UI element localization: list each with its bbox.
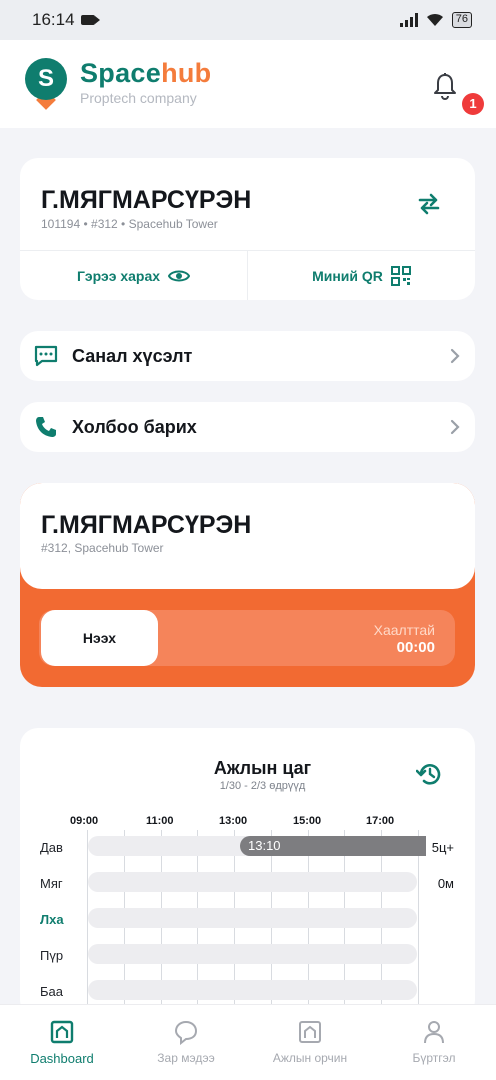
swap-icon[interactable] [416, 192, 442, 216]
phone-icon [36, 417, 56, 437]
notification-badge: 1 [462, 93, 484, 115]
door-access-card: Г.МЯГМАРСҮРЭН #312, Spacehub Tower Нээх … [20, 483, 475, 687]
hour-tick: 09:00 [70, 815, 99, 827]
chevron-right-icon [450, 419, 460, 435]
bell-icon[interactable] [432, 72, 458, 100]
day-label: Мяг [40, 876, 63, 891]
tab-profile[interactable]: Бүртгэл [372, 1019, 496, 1065]
day-bar [88, 944, 417, 964]
open-door-button[interactable]: Нээх [41, 610, 158, 666]
day-label: Пүр [40, 948, 64, 963]
qr-code-icon [390, 265, 411, 286]
status-bar: 16:14 76 [0, 0, 496, 40]
camera-recording-icon [80, 15, 100, 25]
bottom-tab-bar: Dashboard Зар мэдээ Ажлын орчин Бүртгэл [0, 1004, 496, 1080]
my-qr-label: Миний QR [312, 267, 383, 284]
signal-icon [399, 13, 418, 27]
tab-label: Бүртгэл [412, 1051, 456, 1065]
tab-news[interactable]: Зар мэдээ [124, 1019, 248, 1065]
tab-workspace[interactable]: Ажлын орчин [248, 1019, 372, 1065]
day-label: Лха [40, 912, 64, 927]
wifi-icon [426, 13, 443, 26]
day-bar [88, 980, 417, 1000]
hour-tick: 17:00 [366, 815, 395, 827]
door-user-name: Г.МЯГМАРСҮРЭН [41, 511, 252, 539]
feedback-label: Санал хүсэлт [72, 345, 193, 366]
home-icon [50, 1020, 74, 1044]
user-icon [424, 1021, 444, 1044]
day-total: 0м [437, 876, 454, 891]
profile-card: Г.МЯГМАРСҮРЭН 101194 • #312 • Spacehub T… [20, 158, 475, 300]
hour-tick: 11:00 [146, 815, 174, 827]
door-timer: 00:00 [396, 639, 435, 656]
brand-tagline: Proptech company [80, 90, 197, 106]
battery-indicator: 76 [451, 12, 472, 28]
contact-row[interactable]: Холбоо барих [20, 402, 475, 452]
my-qr-button[interactable]: Миний QR [248, 251, 475, 300]
door-location: #312, Spacehub Tower [41, 541, 164, 555]
hour-tick: 15:00 [293, 815, 322, 827]
tab-label: Зар мэдээ [157, 1051, 215, 1065]
brand-name: Spacehub [80, 58, 212, 88]
day-bar [88, 908, 417, 928]
spacehub-logo: S [25, 58, 67, 100]
view-contract-label: Гэрээ харах [76, 267, 161, 284]
status-time: 16:14 [32, 10, 75, 29]
view-contract-button[interactable]: Гэрээ харах [20, 251, 247, 300]
grid-line [418, 830, 419, 1010]
door-card-header: Г.МЯГМАРСҮРЭН #312, Spacehub Tower [20, 483, 475, 589]
day-label: Баа [40, 984, 63, 999]
door-status: Хаалттай [373, 622, 435, 638]
feedback-row[interactable]: Санал хүсэлт [20, 331, 475, 381]
app-header: S Spacehub Proptech company 1 [0, 40, 496, 128]
worked-time-bar: 13:10 [240, 836, 426, 856]
day-label: Дав [40, 840, 63, 855]
chevron-right-icon [450, 348, 460, 364]
building-icon [299, 1021, 321, 1043]
tab-dashboard[interactable]: Dashboard [0, 1019, 124, 1066]
contact-label: Холбоо барих [72, 416, 197, 437]
tab-label: Dashboard [30, 1051, 94, 1066]
history-icon[interactable] [416, 761, 442, 787]
profile-name: Г.МЯГМАРСҮРЭН [41, 186, 252, 214]
chat-icon [34, 345, 58, 367]
eye-icon [168, 270, 191, 281]
profile-details: 101194 • #312 • Spacehub Tower [41, 217, 218, 231]
message-icon [174, 1020, 198, 1045]
day-bar [88, 872, 417, 892]
day-total: 5ц+ [431, 840, 454, 855]
hour-tick: 13:00 [219, 815, 248, 827]
tab-label: Ажлын орчин [272, 1051, 348, 1065]
work-hours-card: Ажлын цаг 1/30 - 2/3 өдрүүд 09:00 11:00 … [20, 728, 475, 1018]
